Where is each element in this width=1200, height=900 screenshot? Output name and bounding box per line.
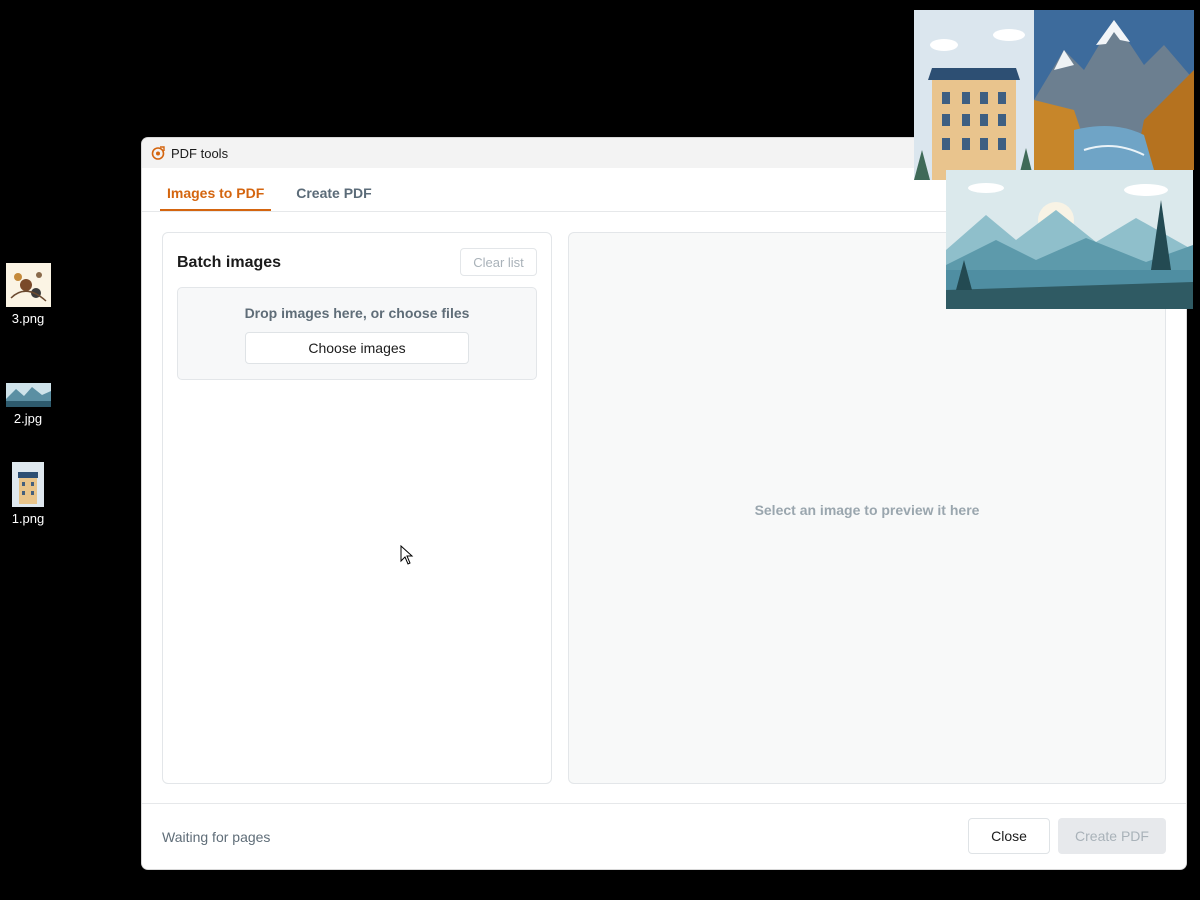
file-3png-thumbnail-icon [5,263,51,307]
footer-bar: Waiting for pages Close Create PDF [142,803,1186,869]
mouse-cursor-icon [400,545,414,565]
batch-images-title: Batch images [177,254,282,271]
desktop-file-label: 1.png [11,511,45,526]
drop-zone-text: Drop images here, or choose files [244,305,470,321]
clear-list-button[interactable]: Clear list [460,248,537,276]
desktop-file-2jpg[interactable]: 2.jpg [0,383,56,426]
create-pdf-button[interactable]: Create PDF [1058,818,1166,854]
tab-create-pdf[interactable]: Create PDF [289,185,378,211]
desktop-file-1png[interactable]: 1.png [0,462,56,526]
mountain-river-image-preview[interactable] [1034,10,1194,170]
desktop-file-label: 2.jpg [13,411,43,426]
image-preview-panel: Select an image to preview it here [568,232,1166,784]
lake-landscape-image-preview[interactable] [946,170,1193,309]
window-title: PDF tools [171,145,229,161]
pdf-tools-icon [151,146,165,160]
status-text: Waiting for pages [162,829,271,845]
desktop-file-label: 3.png [11,311,45,326]
building-image-preview[interactable] [914,10,1034,180]
tab-images-to-pdf[interactable]: Images to PDF [160,185,272,211]
file-1png-thumbnail-icon [12,462,44,507]
desktop-file-3png[interactable]: 3.png [0,263,56,326]
close-button[interactable]: Close [968,818,1050,854]
image-drop-zone[interactable]: Drop images here, or choose files Choose… [177,287,537,380]
file-2jpg-thumbnail-icon [5,383,51,407]
preview-placeholder: Select an image to preview it here [754,502,980,518]
choose-images-button[interactable]: Choose images [245,332,469,364]
batch-images-panel: Batch images Clear list Drop images here… [162,232,552,784]
